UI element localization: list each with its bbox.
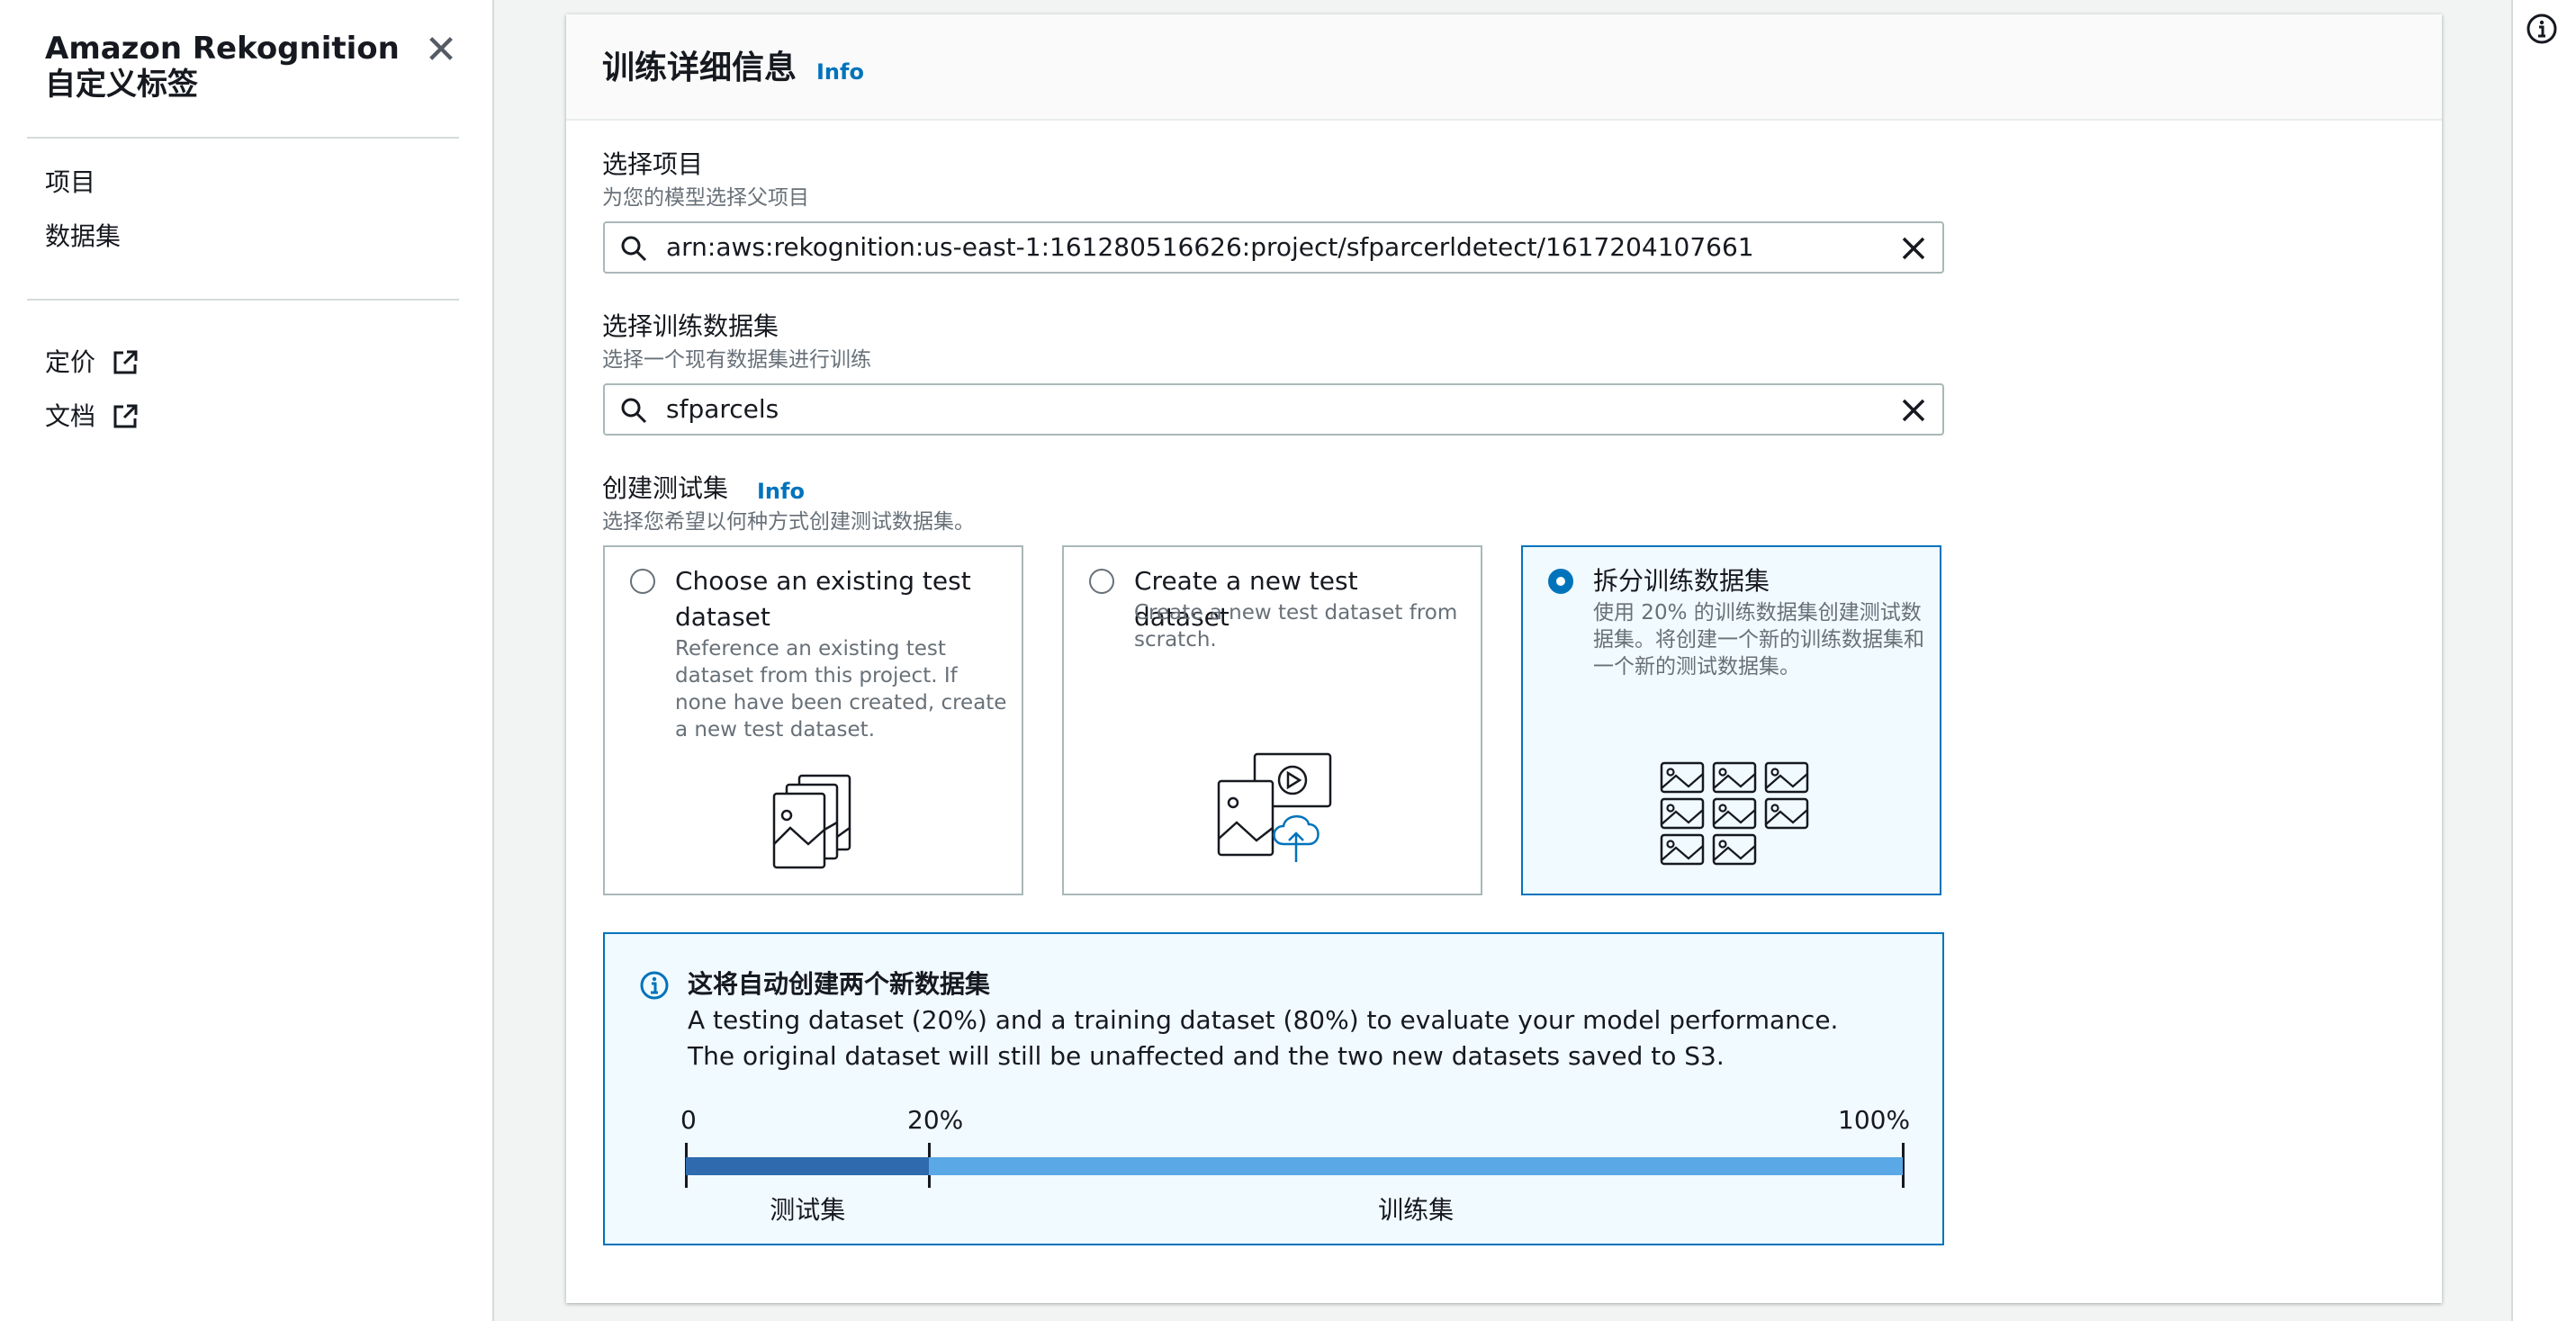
alert-text: A testing dataset (20%) and a training d… [688, 1005, 1839, 1035]
option-existing-test-dataset[interactable]: Choose an existing test dataset Referenc… [603, 545, 1023, 895]
dataset-select-value: sfparcels [666, 394, 779, 424]
sidebar-item-label: 项目 [45, 167, 96, 197]
option-description: 使用 20% 的训练数据集创建测试数据集。将创建一个新的训练数据集和一个新的测试… [1593, 601, 1924, 678]
info-icon[interactable] [2526, 13, 2558, 45]
close-icon[interactable]: ✕ [419, 29, 463, 72]
search-icon [621, 236, 647, 262]
sidebar-link-label: 定价 [45, 347, 96, 377]
dataset-description: 选择一个现有数据集进行训练 [602, 348, 871, 372]
test-set-description: 选择您希望以何种方式创建测试数据集。 [602, 510, 975, 534]
clear-icon[interactable] [1899, 234, 1928, 263]
nav-divider [27, 137, 459, 139]
test-set-label: 测试集 [770, 1195, 846, 1225]
radio-button[interactable] [630, 569, 655, 594]
option-split-training-dataset[interactable]: 拆分训练数据集 使用 20% 的训练数据集创建测试数据集。将创建一个新的训练数据… [1521, 545, 1941, 895]
option-description: Reference an existing test dataset from … [675, 637, 1007, 741]
app-title: Amazon Rekognition 自定义标签 [45, 31, 400, 103]
info-link[interactable]: Info [757, 476, 805, 507]
training-details-panel: 训练详细信息 Info 选择项目 为您的模型选择父项目 arn:aws:reko… [566, 14, 2442, 1303]
panel-header: 训练详细信息 Info [566, 14, 2442, 121]
panel-title: 训练详细信息 [602, 49, 797, 86]
side-navigation: Amazon Rekognition 自定义标签 ✕ 项目 数据集 定价 文档 [0, 0, 494, 1321]
sidebar-link-pricing[interactable]: 定价 [45, 347, 139, 378]
nav-divider [27, 299, 459, 301]
info-alert: 这将自动创建两个新数据集 A testing dataset (20%) and… [603, 932, 1944, 1245]
radio-button[interactable] [1089, 569, 1114, 594]
option-new-test-dataset[interactable]: Create a new test dataset Create a new t… [1062, 545, 1482, 895]
sidebar-item-label: 数据集 [45, 221, 122, 251]
search-icon [621, 398, 647, 424]
image-thumbnail-icon [1660, 833, 1705, 866]
clear-icon[interactable] [1899, 396, 1928, 425]
dataset-label: 选择训练数据集 [602, 311, 779, 341]
image-thumbnail-icon [1660, 761, 1705, 794]
radio-button[interactable] [1548, 569, 1573, 594]
dataset-select-input[interactable]: sfparcels [603, 383, 1944, 436]
alert-title: 这将自动创建两个新数据集 [688, 969, 991, 999]
test-set-bar [686, 1157, 930, 1175]
image-thumbnail-icon [1712, 761, 1757, 794]
option-title: 拆分训练数据集 [1593, 566, 1770, 596]
training-set-bar [929, 1157, 1903, 1175]
project-label: 选择项目 [602, 149, 704, 179]
sidebar-item-projects[interactable]: 项目 [45, 167, 95, 198]
image-thumbnail-icon [1660, 797, 1705, 830]
help-panel-rail [2511, 0, 2576, 1321]
alert-text: The original dataset will still be unaff… [688, 1041, 1725, 1071]
image-thumbnail-icon [1764, 797, 1809, 830]
scale-label-split: 20% [907, 1105, 964, 1135]
image-thumbnail-icon [1712, 833, 1757, 866]
project-select-value: arn:aws:rekognition:us-east-1:1612805166… [666, 232, 1754, 262]
image-thumbnail-icon [1764, 761, 1809, 794]
test-set-label: 创建测试集 [602, 473, 729, 503]
project-select-input[interactable]: arn:aws:rekognition:us-east-1:1612805166… [603, 221, 1944, 274]
scale-label-start: 0 [680, 1105, 697, 1135]
option-title: Choose an existing test dataset [675, 566, 971, 632]
info-link[interactable]: Info [816, 58, 864, 86]
project-description: 为您的模型选择父项目 [602, 186, 809, 210]
image-thumbnail-icon [1712, 797, 1757, 830]
scale-label-end: 100% [1838, 1105, 1911, 1135]
external-link-icon [113, 404, 138, 428]
training-set-label: 训练集 [1378, 1195, 1455, 1225]
info-icon [640, 971, 669, 1000]
sidebar-link-label: 文档 [45, 401, 96, 431]
sidebar-item-datasets[interactable]: 数据集 [45, 221, 121, 252]
images-stack-icon [772, 774, 851, 869]
upload-media-icon [1217, 752, 1332, 862]
external-link-icon [113, 350, 138, 374]
sidebar-link-docs[interactable]: 文档 [45, 401, 139, 432]
option-description: Create a new test dataset from scratch. [1134, 601, 1458, 652]
image-grid-icon [1660, 761, 1809, 866]
